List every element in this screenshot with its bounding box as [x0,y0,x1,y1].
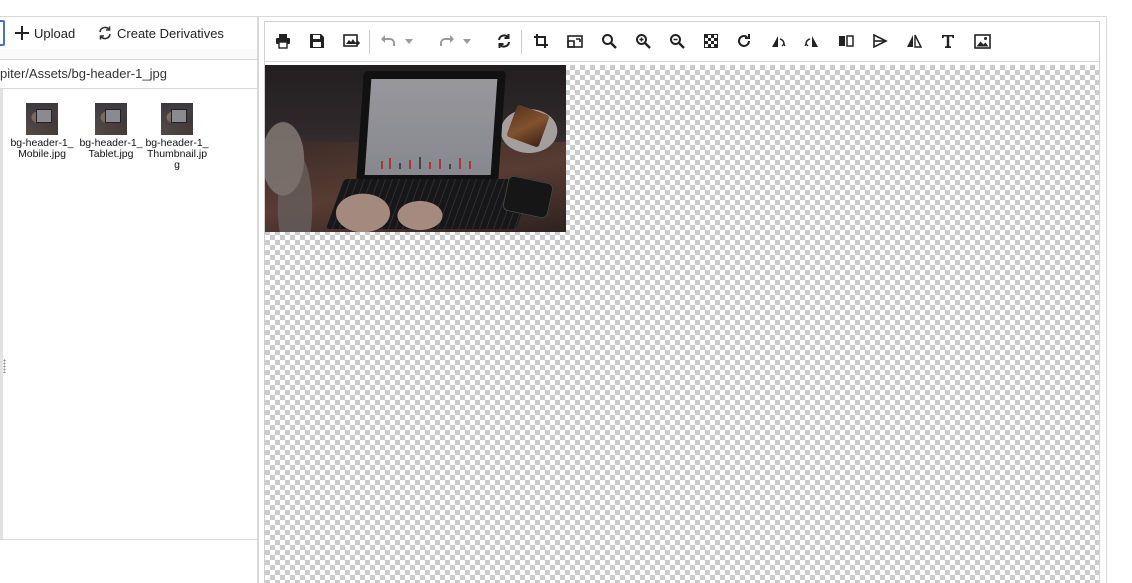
file-name: bg-header-1_Mobile.jpg [10,137,74,160]
rotate-icon[interactable] [734,31,754,51]
toolbar-separator [521,30,522,54]
redo-dropdown-chevron-down-icon[interactable] [463,39,471,44]
panel-resize-handle[interactable] [3,359,6,373]
file-browser-panel: Upload Create Derivatives piter/Assets/b… [0,16,258,583]
undo-dropdown-chevron-down-icon[interactable] [405,39,413,44]
file-browser-toolbar: Upload Create Derivatives [0,17,257,49]
file-item-tablet[interactable]: bg-header-1_Tablet.jpg [79,103,143,160]
resize-icon[interactable] [565,31,585,51]
redo-icon[interactable] [437,31,457,51]
transparency-icon[interactable] [701,31,721,51]
undo-icon[interactable] [378,31,398,51]
create-derivatives-button[interactable]: Create Derivatives [97,17,224,49]
reset-icon[interactable] [494,31,514,51]
flip-vertical-icon[interactable] [802,31,822,51]
edited-image[interactable] [265,65,566,232]
upload-button[interactable]: Upload [14,17,75,49]
image-editor-frame [264,21,1100,583]
file-name: bg-header-1_Thumbnail.jpg [145,137,209,171]
insert-image-icon[interactable] [972,31,992,51]
refresh-icon [97,25,113,41]
crop-icon[interactable] [531,31,551,51]
breadcrumb: piter/Assets/bg-header-1_jpg [0,59,257,89]
file-list: bg-header-1_Mobile.jpg bg-header-1_Table… [0,89,257,539]
file-browser-footer [0,539,257,583]
upload-label: Upload [34,25,76,41]
flip-horizontal-icon[interactable] [768,31,788,51]
toolbar-separator [369,30,370,54]
image-editor [258,16,1107,583]
file-item-thumbnail[interactable]: bg-header-1_Thumbnail.jpg [145,103,209,171]
zoom-actual-icon[interactable] [599,31,619,51]
save-icon[interactable] [307,31,327,51]
zoom-in-icon[interactable] [633,31,653,51]
mirror-icon[interactable] [836,31,856,51]
print-icon[interactable] [273,31,293,51]
file-thumbnail [161,103,193,135]
save-as-image-icon[interactable] [341,31,361,51]
view-toggle-button[interactable] [0,20,5,46]
file-thumbnail [26,103,58,135]
text-icon[interactable] [938,31,958,51]
image-canvas[interactable] [265,65,1099,583]
image-editor-toolbar [265,22,1099,62]
file-thumbnail [95,103,127,135]
plus-icon [14,25,30,41]
create-derivatives-label: Create Derivatives [117,25,224,41]
file-name: bg-header-1_Tablet.jpg [79,137,143,160]
file-item-mobile[interactable]: bg-header-1_Mobile.jpg [10,103,74,160]
skew-icon[interactable] [870,31,890,51]
zoom-out-icon[interactable] [667,31,687,51]
reflect-icon[interactable] [904,31,924,51]
